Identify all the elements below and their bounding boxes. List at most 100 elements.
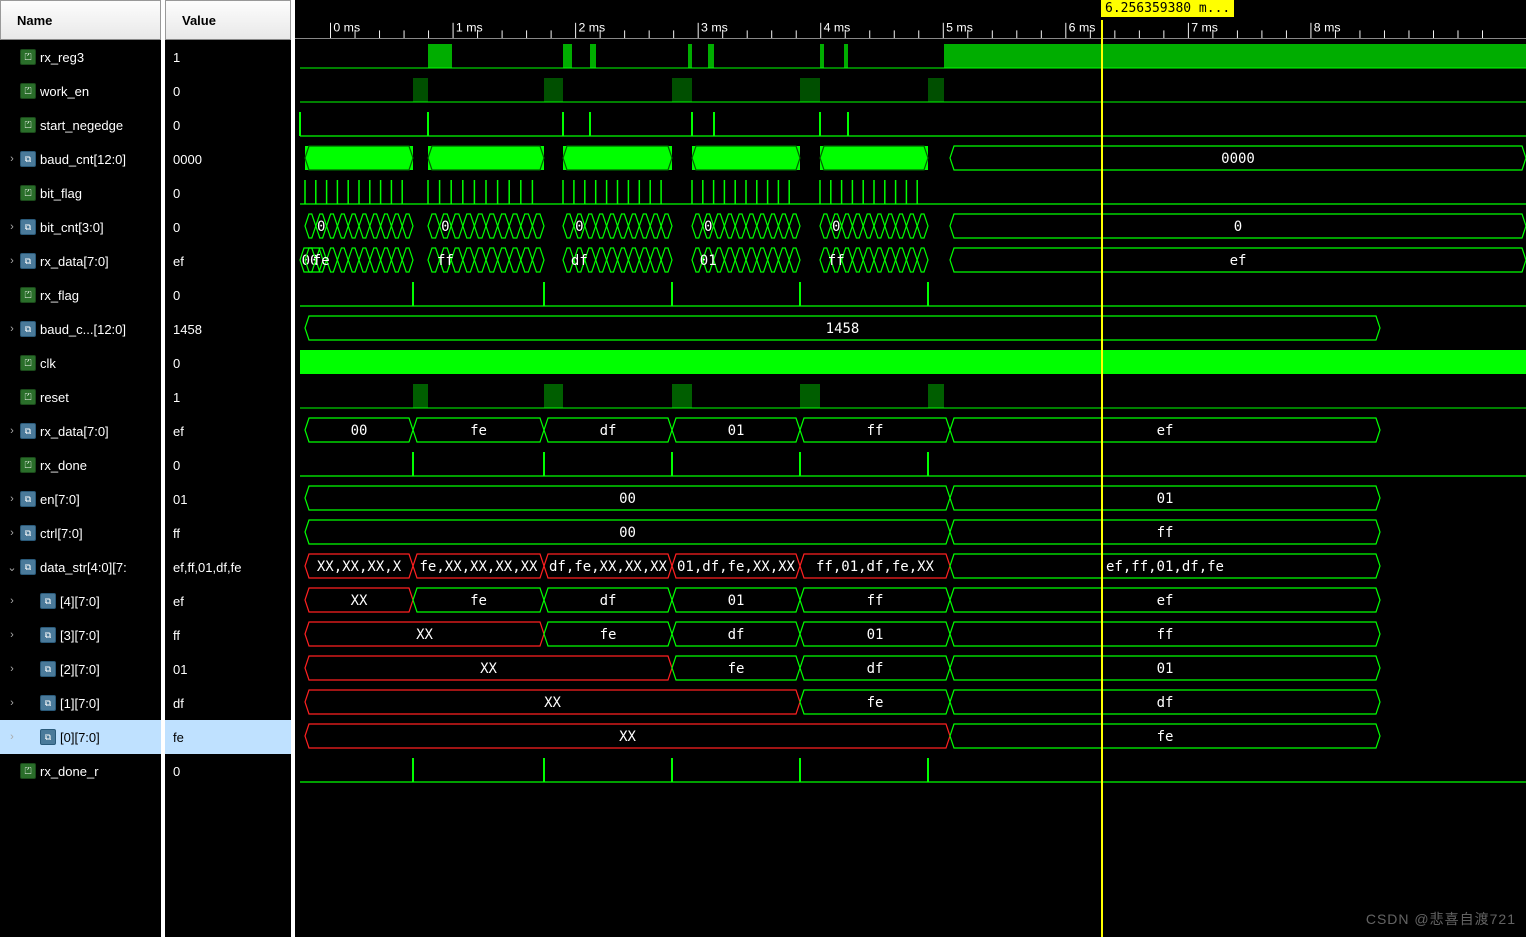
signal-name-row[interactable]: ›ctrl[7:0]	[0, 516, 161, 550]
signal-value-cell[interactable]: df	[165, 686, 291, 720]
signal-value-cell[interactable]: 0	[165, 108, 291, 142]
signal-name-row[interactable]: ›[0][7:0]	[0, 720, 161, 754]
signal-name-label: rx_done	[40, 458, 87, 473]
expander-icon[interactable]: ›	[6, 731, 18, 743]
signal-value-cell[interactable]: 01	[165, 482, 291, 516]
name-header[interactable]: Name	[0, 0, 161, 40]
signal-value-cell[interactable]: ff	[165, 516, 291, 550]
waveform-row[interactable]: XXfe	[295, 719, 1526, 753]
signal-name-row[interactable]: ›en[7:0]	[0, 482, 161, 516]
signal-value-label: ff	[173, 628, 180, 643]
waveform-row[interactable]	[295, 73, 1526, 107]
waveform-row[interactable]	[295, 107, 1526, 141]
waveform-row[interactable]: 0000	[295, 141, 1526, 175]
expander-icon[interactable]: ›	[6, 153, 18, 165]
signal-name-row[interactable]: bit_flag	[0, 176, 161, 210]
signal-name-row[interactable]: work_en	[0, 74, 161, 108]
svg-text:0: 0	[441, 219, 449, 235]
signal-name-row[interactable]: clk	[0, 346, 161, 380]
signal-name-row[interactable]: › [3][7:0]	[0, 618, 161, 652]
expander-icon[interactable]: ›	[6, 255, 18, 267]
cursor-time-label[interactable]: 6.256359380 m...	[1101, 0, 1234, 17]
svg-text:fe: fe	[470, 593, 487, 609]
svg-text:0: 0	[317, 219, 325, 235]
waveform-row[interactable]: 00fedf01ffef	[295, 413, 1526, 447]
signal-value-cell[interactable]: 0	[165, 74, 291, 108]
expander-icon[interactable]: ›	[6, 663, 18, 675]
signal-name-row[interactable]: › [4][7:0]	[0, 584, 161, 618]
waveform-row[interactable]: 00feffdf01ffef	[295, 243, 1526, 277]
signal-name-row[interactable]: ›rx_data[7:0]	[0, 244, 161, 278]
signal-value-cell[interactable]: ef	[165, 244, 291, 278]
expander-icon[interactable]: ›	[6, 595, 18, 607]
signal-value-cell[interactable]: 0	[165, 210, 291, 244]
expander-icon[interactable]: ›	[6, 323, 18, 335]
signal-name-row[interactable]: rx_done	[0, 448, 161, 482]
signal-value-cell[interactable]: 0	[165, 346, 291, 380]
signal-name-row[interactable]: ›bit_cnt[3:0]	[0, 210, 161, 244]
expander-icon[interactable]: ⌄	[6, 561, 18, 574]
signal-name-row[interactable]: ⌄data_str[4:0][7:	[0, 550, 161, 584]
signal-value-cell[interactable]: 0	[165, 278, 291, 312]
signal-value-cell[interactable]: 0000	[165, 142, 291, 176]
svg-text:ff: ff	[867, 593, 884, 609]
signal-name-label: [3][7:0]	[60, 628, 100, 643]
signal-value-cell[interactable]: ff	[165, 618, 291, 652]
signal-value-cell[interactable]: 0	[165, 448, 291, 482]
waveform-row[interactable]: 00ff	[295, 515, 1526, 549]
bus-icon	[20, 321, 36, 337]
signal-value-cell[interactable]: fe	[165, 720, 291, 754]
signal-icon	[20, 457, 36, 473]
signal-name-row[interactable]: rx_reg3	[0, 40, 161, 74]
signal-value-cell[interactable]: 01	[165, 652, 291, 686]
waveform-row[interactable]: XXfedf01	[295, 651, 1526, 685]
waveform-row[interactable]: 000000	[295, 209, 1526, 243]
svg-text:01: 01	[867, 627, 884, 643]
waveform-row[interactable]	[295, 753, 1526, 787]
svg-text:df: df	[867, 661, 884, 677]
waveform-row[interactable]	[295, 39, 1526, 73]
signal-value-cell[interactable]: ef,ff,01,df,fe	[165, 550, 291, 584]
waveform-row[interactable]: 0001	[295, 481, 1526, 515]
waveform-row[interactable]	[295, 379, 1526, 413]
signal-name-row[interactable]: start_negedge	[0, 108, 161, 142]
signal-name-label: [2][7:0]	[60, 662, 100, 677]
signal-name-row[interactable]: ›baud_c...[12:0]	[0, 312, 161, 346]
waveform-row[interactable]	[295, 447, 1526, 481]
waveform-row[interactable]	[295, 277, 1526, 311]
value-header[interactable]: Value	[165, 0, 291, 40]
waveform-row[interactable]: 1458	[295, 311, 1526, 345]
signal-name-row[interactable]: ›rx_data[7:0]	[0, 414, 161, 448]
waveform-row[interactable]	[295, 175, 1526, 209]
expander-icon[interactable]: ›	[6, 221, 18, 233]
expander-icon[interactable]: ›	[6, 697, 18, 709]
svg-text:0: 0	[1234, 219, 1242, 235]
waveform-area[interactable]: 6.256359380 m... 0 ms1 ms2 ms3 ms4 ms5 m…	[295, 0, 1526, 937]
signal-name-row[interactable]: rx_flag	[0, 278, 161, 312]
expander-icon[interactable]: ›	[6, 527, 18, 539]
waveform-row[interactable]: XXfedf01ff	[295, 617, 1526, 651]
expander-icon[interactable]: ›	[6, 493, 18, 505]
signal-name-row[interactable]: ›[1][7:0]	[0, 686, 161, 720]
expander-icon[interactable]: ›	[6, 629, 18, 641]
waveform-row[interactable]: XXfedf	[295, 685, 1526, 719]
waveform-row[interactable]: XX,XX,XX,Xfe,XX,XX,XX,XXdf,fe,XX,XX,XX01…	[295, 549, 1526, 583]
signal-value-cell[interactable]: ef	[165, 584, 291, 618]
signal-name-row[interactable]: ›baud_cnt[12:0]	[0, 142, 161, 176]
waveform-row[interactable]	[295, 345, 1526, 379]
signal-name-row[interactable]: › [2][7:0]	[0, 652, 161, 686]
signal-name-row[interactable]: rx_done_r	[0, 754, 161, 788]
waveform-row[interactable]: XXfedf01ffef	[295, 583, 1526, 617]
signal-name-row[interactable]: reset	[0, 380, 161, 414]
signal-value-cell[interactable]: 0	[165, 754, 291, 788]
cursor-line[interactable]	[1101, 20, 1103, 937]
signal-value-cell[interactable]: 1	[165, 40, 291, 74]
signal-name-label: [4][7:0]	[60, 594, 100, 609]
svg-text:ff: ff	[867, 423, 884, 439]
signal-value-cell[interactable]: 1458	[165, 312, 291, 346]
expander-icon[interactable]: ›	[6, 425, 18, 437]
time-ruler[interactable]: 0 ms1 ms2 ms3 ms4 ms5 ms6 ms7 ms8 ms	[295, 19, 1526, 39]
signal-value-cell[interactable]: 1	[165, 380, 291, 414]
signal-value-cell[interactable]: ef	[165, 414, 291, 448]
signal-value-cell[interactable]: 0	[165, 176, 291, 210]
